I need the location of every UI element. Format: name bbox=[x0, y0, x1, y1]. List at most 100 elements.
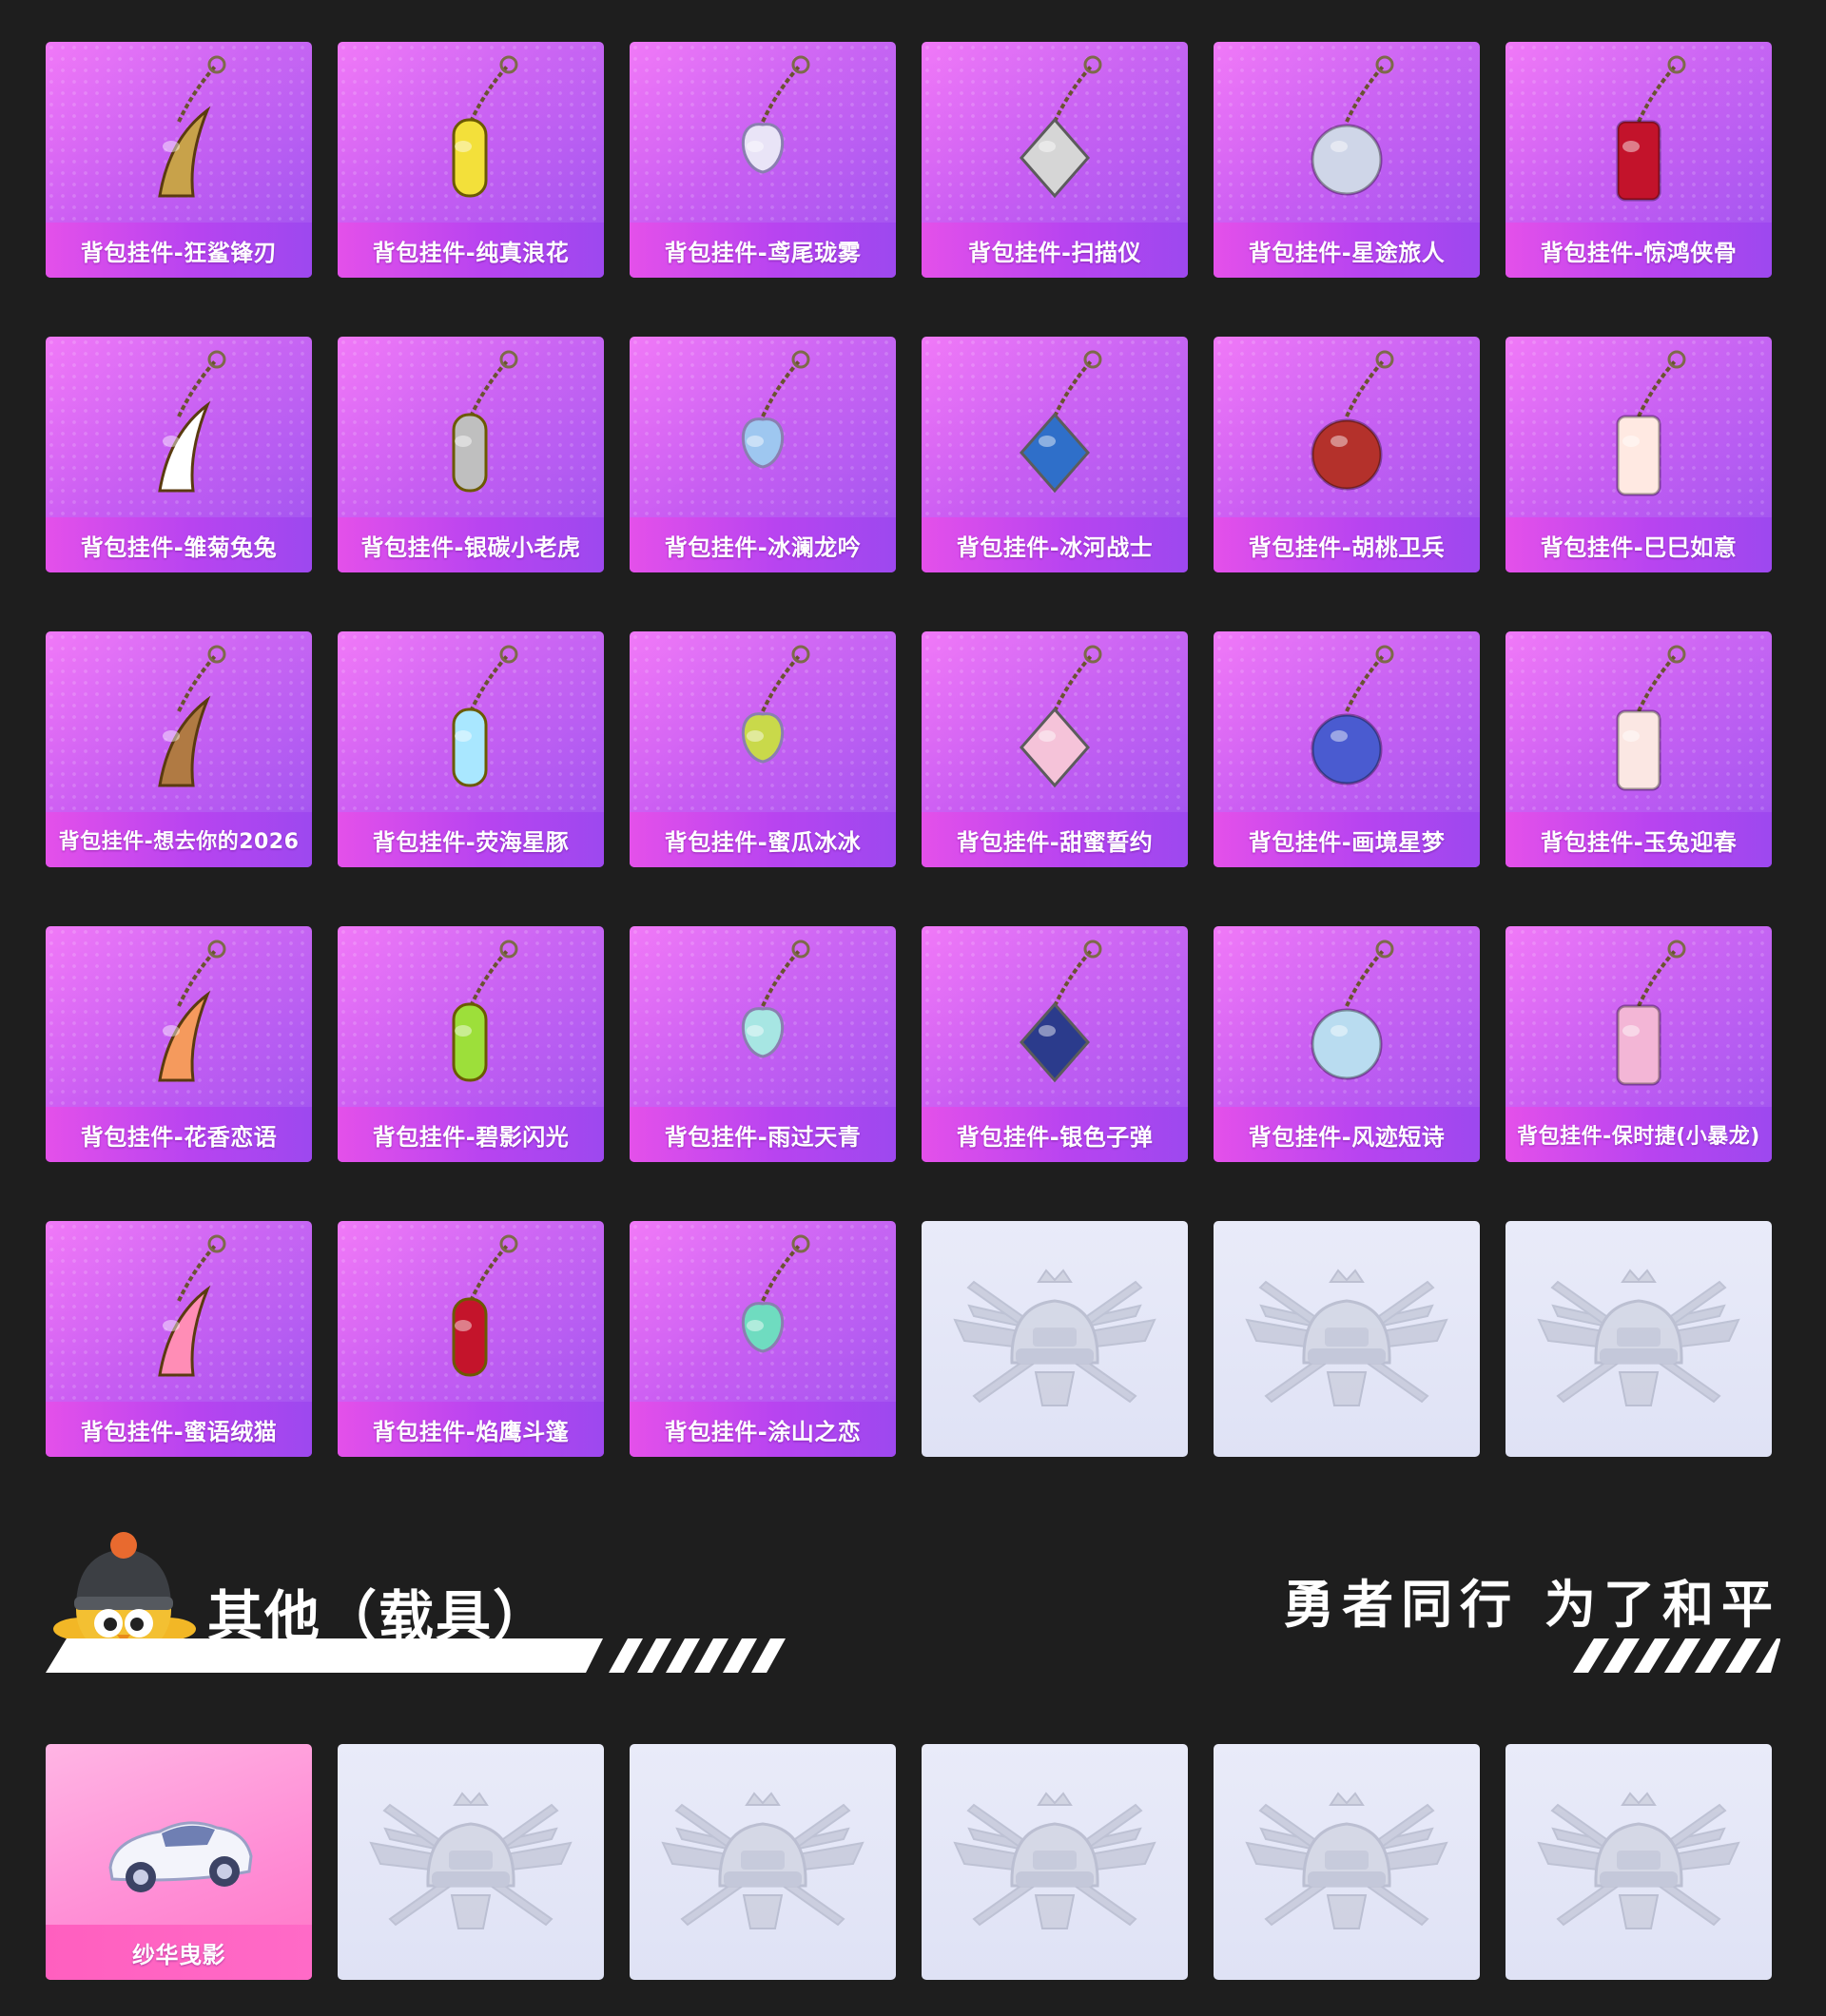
charm-label: 背包挂件-银碳小老虎 bbox=[338, 517, 604, 572]
slogan-stripes bbox=[1573, 1638, 1780, 1673]
pubg-helmet-emblem-icon bbox=[1537, 1792, 1740, 1929]
pubg-helmet-emblem-icon bbox=[1245, 1792, 1448, 1929]
charm-card[interactable]: 背包挂件-雨过天青 bbox=[630, 926, 896, 1162]
charm-card[interactable]: 背包挂件-想去你的2026 bbox=[46, 631, 312, 867]
empty-slot-card bbox=[922, 1221, 1188, 1457]
pink-bunny-charm-icon bbox=[1020, 645, 1102, 788]
charm-label: 背包挂件-雏菊兔兔 bbox=[46, 517, 312, 572]
charm-label: 背包挂件-保时捷(小暴龙) bbox=[1505, 1107, 1772, 1162]
silver-bullet-charm-icon bbox=[1020, 940, 1102, 1083]
empty-slot-card bbox=[1214, 1744, 1480, 1980]
charm-label: 背包挂件-惊鸿侠骨 bbox=[1505, 223, 1772, 278]
shark-blade-charm-icon bbox=[158, 55, 226, 198]
white-sports-car-icon bbox=[108, 1821, 253, 1892]
empty-slot-card bbox=[630, 1744, 896, 1980]
pubg-helmet-emblem-icon bbox=[953, 1269, 1156, 1406]
bubble-tea-charm-icon bbox=[452, 645, 518, 787]
pubg-helmet-emblem-icon bbox=[661, 1792, 864, 1929]
charm-card[interactable]: 背包挂件-银碳小老虎 bbox=[338, 337, 604, 572]
tassel-ring-charm-icon bbox=[1616, 55, 1686, 202]
butterfly-charm-icon bbox=[741, 55, 810, 174]
charm-label: 背包挂件-玉兔迎春 bbox=[1505, 812, 1772, 867]
flower-amulet-charm-icon bbox=[158, 940, 226, 1082]
charm-card[interactable]: 背包挂件-巳巳如意 bbox=[1505, 337, 1772, 572]
slogan: 勇者同行 为了和平 bbox=[1283, 1575, 1780, 1635]
charm-card[interactable]: 背包挂件-扫描仪 bbox=[922, 42, 1188, 278]
charm-label: 背包挂件-冰河战士 bbox=[922, 517, 1188, 572]
charm-grid: 背包挂件-狂鲨锋刃 背包挂件-纯真浪花 背包挂件-鸢尾珑雾 背包挂件-扫描仪 背… bbox=[46, 42, 1772, 1457]
charm-label: 背包挂件-蜜瓜冰冰 bbox=[630, 812, 896, 867]
charm-label: 背包挂件-星途旅人 bbox=[1214, 223, 1480, 278]
melon-popsicle-charm-icon bbox=[741, 645, 810, 764]
charm-card[interactable]: 背包挂件-画境星梦 bbox=[1214, 631, 1480, 867]
charm-card[interactable]: 背包挂件-玉兔迎春 bbox=[1505, 631, 1772, 867]
silver-tiger-charm-icon bbox=[452, 350, 518, 493]
star-dream-charm-icon bbox=[1311, 645, 1394, 785]
charm-label: 背包挂件-雨过天青 bbox=[630, 1107, 896, 1162]
charm-label: 背包挂件-扫描仪 bbox=[922, 223, 1188, 278]
charm-label: 背包挂件-碧影闪光 bbox=[338, 1107, 604, 1162]
charm-label: 背包挂件-冰澜龙吟 bbox=[630, 517, 896, 572]
charm-label: 背包挂件-胡桃卫兵 bbox=[1214, 517, 1480, 572]
charm-card[interactable]: 背包挂件-胡桃卫兵 bbox=[1214, 337, 1480, 572]
charm-card[interactable]: 背包挂件-狂鲨锋刃 bbox=[46, 42, 312, 278]
glacier-robot-charm-icon bbox=[1020, 350, 1102, 494]
charm-label: 背包挂件-狂鲨锋刃 bbox=[46, 223, 312, 278]
charm-label: 背包挂件-画境星梦 bbox=[1214, 812, 1480, 867]
vehicle-label: 纱华曳影 bbox=[46, 1925, 312, 1980]
charm-card[interactable]: 背包挂件-风迹短诗 bbox=[1214, 926, 1480, 1162]
charm-label: 背包挂件-荧海星豚 bbox=[338, 812, 604, 867]
game-console-charm-icon bbox=[452, 940, 518, 1082]
charm-card[interactable]: 背包挂件-涂山之恋 bbox=[630, 1221, 896, 1457]
charm-card[interactable]: 背包挂件-鸢尾珑雾 bbox=[630, 42, 896, 278]
charm-card[interactable]: 背包挂件-甜蜜誓约 bbox=[922, 631, 1188, 867]
charm-card[interactable]: 背包挂件-雏菊兔兔 bbox=[46, 337, 312, 572]
charm-card[interactable]: 背包挂件-蜜瓜冰冰 bbox=[630, 631, 896, 867]
knot-tassel-charm-icon bbox=[452, 1234, 518, 1377]
vehicle-grid: 纱华曳影 bbox=[46, 1744, 1772, 1980]
charm-card[interactable]: 背包挂件-花香恋语 bbox=[46, 926, 312, 1162]
empty-slot-card bbox=[1505, 1744, 1772, 1980]
charm-label: 背包挂件-鸢尾珑雾 bbox=[630, 223, 896, 278]
pubg-helmet-emblem-icon bbox=[369, 1792, 573, 1929]
charm-label: 背包挂件-纯真浪花 bbox=[338, 223, 604, 278]
page: 背包挂件-狂鲨锋刃 背包挂件-纯真浪花 背包挂件-鸢尾珑雾 背包挂件-扫描仪 背… bbox=[0, 0, 1826, 2016]
charm-label: 背包挂件-银色子弹 bbox=[922, 1107, 1188, 1162]
charm-card[interactable]: 背包挂件-蜜语绒猫 bbox=[46, 1221, 312, 1457]
charm-label: 背包挂件-想去你的2026 bbox=[46, 812, 312, 867]
ice-dragon-charm-icon bbox=[741, 350, 810, 469]
charm-card[interactable]: 背包挂件-星途旅人 bbox=[1214, 42, 1480, 278]
pubg-helmet-emblem-icon bbox=[1245, 1269, 1448, 1406]
empty-slot-card bbox=[922, 1744, 1188, 1980]
charm-label: 背包挂件-风迹短诗 bbox=[1214, 1107, 1480, 1162]
space-shuttle-charm-icon bbox=[1311, 55, 1394, 196]
nutcracker-charm-icon bbox=[1311, 350, 1394, 491]
porsche-guitar-charm-icon bbox=[1616, 940, 1686, 1086]
charm-card[interactable]: 背包挂件-惊鸿侠骨 bbox=[1505, 42, 1772, 278]
charm-label: 背包挂件-巳巳如意 bbox=[1505, 517, 1772, 572]
charm-card[interactable]: 背包挂件-焰鹰斗篷 bbox=[338, 1221, 604, 1457]
fox-tail-charm-icon bbox=[741, 1234, 810, 1353]
daisy-bunny-charm-icon bbox=[158, 350, 226, 493]
charm-card[interactable]: 背包挂件-冰澜龙吟 bbox=[630, 337, 896, 572]
heart-charm-icon bbox=[158, 1234, 226, 1377]
vehicle-card[interactable]: 纱华曳影 bbox=[46, 1744, 312, 1980]
bottle-opener-charm-icon bbox=[452, 55, 518, 198]
charm-label: 背包挂件-花香恋语 bbox=[46, 1107, 312, 1162]
charm-card[interactable]: 背包挂件-碧影闪光 bbox=[338, 926, 604, 1162]
charm-card[interactable]: 背包挂件-银色子弹 bbox=[922, 926, 1188, 1162]
poem-book-charm-icon bbox=[1311, 940, 1394, 1080]
charm-label: 背包挂件-涂山之恋 bbox=[630, 1402, 896, 1457]
charm-label: 背包挂件-甜蜜誓约 bbox=[922, 812, 1188, 867]
empty-slot-card bbox=[1214, 1221, 1480, 1457]
snake-charm-icon bbox=[1616, 350, 1686, 496]
charm-card[interactable]: 背包挂件-纯真浪花 bbox=[338, 42, 604, 278]
empty-slot-card bbox=[338, 1744, 604, 1980]
jade-rabbit-charm-icon bbox=[1616, 645, 1686, 791]
section-header: 其他（载具） 勇者同行 为了和平 bbox=[46, 1517, 1780, 1678]
charm-card[interactable]: 背包挂件-保时捷(小暴龙) bbox=[1505, 926, 1772, 1162]
charm-card[interactable]: 背包挂件-荧海星豚 bbox=[338, 631, 604, 867]
charm-card[interactable]: 背包挂件-冰河战士 bbox=[922, 337, 1188, 572]
celadon-pendant-charm-icon bbox=[741, 940, 810, 1058]
charm-label: 背包挂件-焰鹰斗篷 bbox=[338, 1402, 604, 1457]
